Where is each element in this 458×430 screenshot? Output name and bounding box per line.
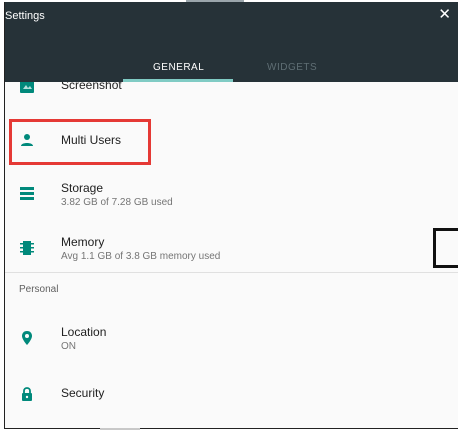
- settings-dialog: Settings ✕ GENERAL WIDGETS Screenshot Mu…: [4, 2, 458, 429]
- app-title: Settings: [5, 10, 45, 22]
- list-item-subtitle: 3.82 GB of 7.28 GB used: [61, 197, 173, 208]
- section-divider: [5, 272, 458, 273]
- list-item-label: Screenshot: [61, 82, 122, 92]
- screenshot-icon: [20, 82, 34, 93]
- scroll-handle[interactable]: [433, 228, 458, 268]
- list-item-label: Security: [61, 386, 105, 400]
- list-item-storage[interactable]: Storage 3.82 GB of 7.28 GB used: [5, 172, 458, 222]
- list-item-subtitle: ON: [61, 341, 76, 352]
- location-pin-icon: [22, 331, 32, 345]
- selection-highlight: [9, 119, 151, 165]
- tab-widgets[interactable]: WIDGETS: [267, 62, 317, 73]
- list-item-location[interactable]: Location ON: [5, 312, 458, 362]
- section-header-personal: Personal: [19, 284, 59, 295]
- storage-icon: [20, 187, 34, 200]
- close-icon[interactable]: ✕: [438, 7, 451, 22]
- list-item-subtitle: Avg 1.1 GB of 3.8 GB memory used: [61, 251, 221, 262]
- settings-list: Screenshot Multi Users Storage 3.82 GB o…: [5, 82, 458, 428]
- list-item-memory[interactable]: Memory Avg 1.1 GB of 3.8 GB memory used: [5, 226, 458, 276]
- list-item-screenshot[interactable]: Screenshot: [5, 82, 458, 102]
- list-item-label: Location: [61, 325, 107, 339]
- app-bar: Settings ✕ GENERAL WIDGETS: [5, 2, 458, 82]
- list-item-security[interactable]: Security: [5, 372, 458, 414]
- memory-icon: [20, 241, 34, 255]
- list-item-label: Storage: [61, 181, 104, 195]
- list-item-label: Memory: [61, 235, 105, 249]
- lock-icon: [22, 387, 32, 401]
- tab-general[interactable]: GENERAL: [153, 62, 204, 73]
